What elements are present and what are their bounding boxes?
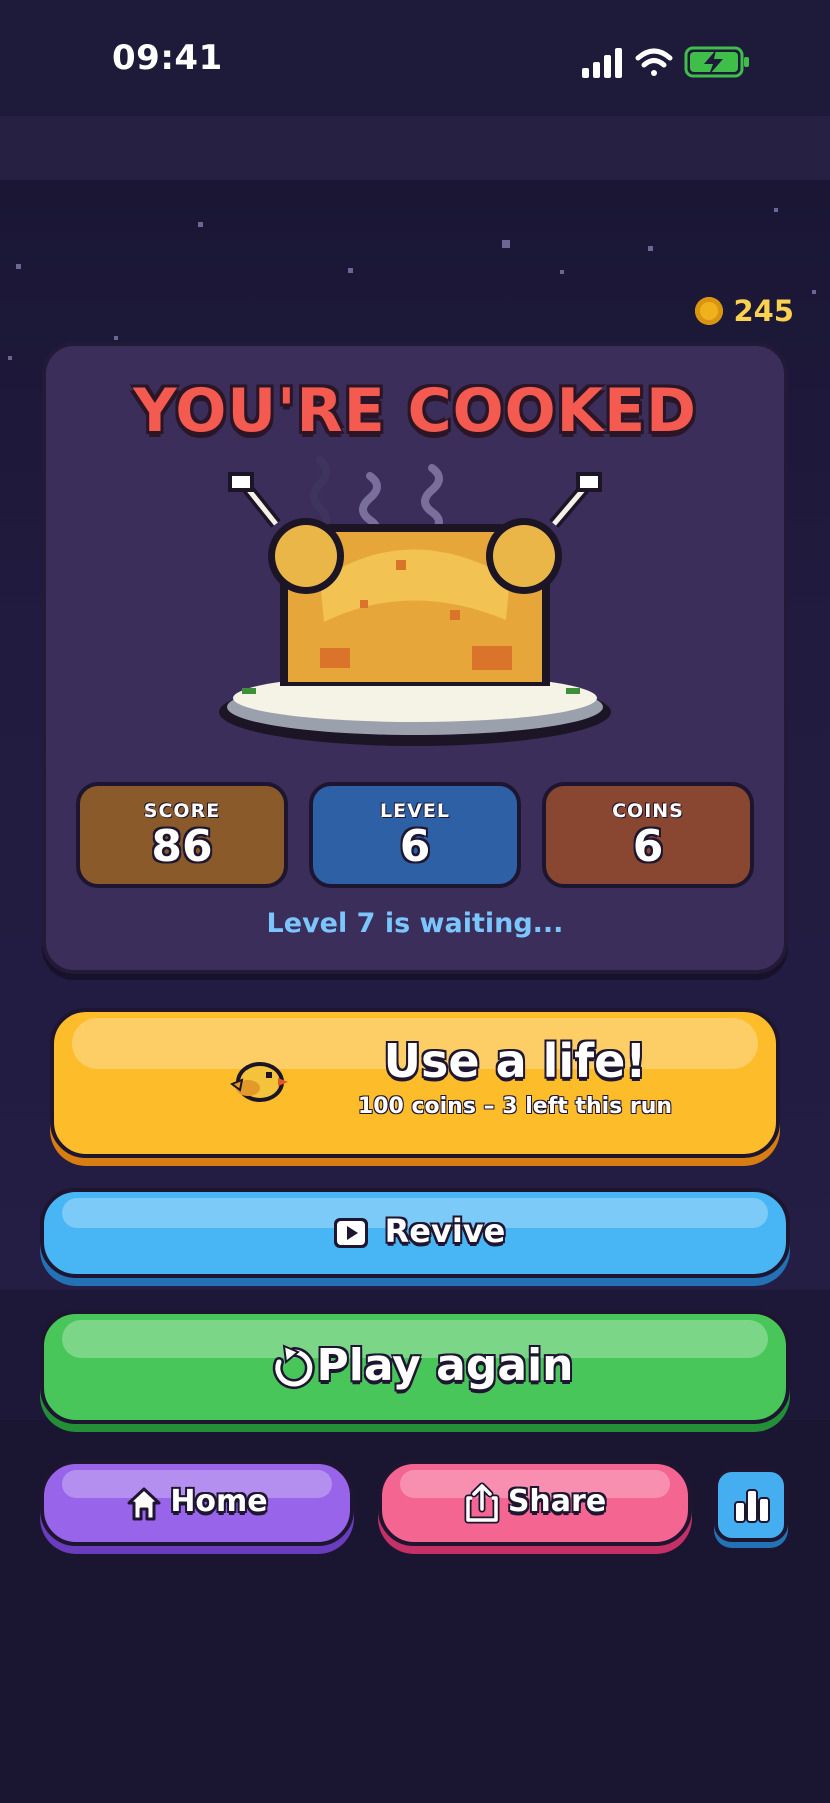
share-button[interactable]: Share <box>378 1460 692 1546</box>
coin-icon <box>695 297 724 325</box>
score-stat: SCORE 86 <box>76 782 288 888</box>
score-label: SCORE <box>143 800 221 822</box>
home-label: Home <box>170 1484 268 1519</box>
leaderboard-button[interactable] <box>714 1468 788 1542</box>
coin-count: 245 <box>733 294 794 328</box>
coin-balance: 245 <box>695 292 794 330</box>
leaderboard-icon <box>734 1489 770 1523</box>
wifi-icon <box>635 48 673 76</box>
coins-value: 6 <box>632 821 664 872</box>
use-life-subtitle: 100 coins – 3 left this run <box>357 1094 673 1119</box>
cellular-signal-icon <box>582 48 622 78</box>
status-time: 09:41 <box>112 38 223 78</box>
chicken-icon <box>228 472 602 686</box>
share-label: Share <box>507 1484 607 1519</box>
game-over-title: YOU'RE COOKED <box>133 376 697 446</box>
top-bar <box>0 116 830 180</box>
coins-stat: COINS 6 <box>542 782 754 888</box>
home-button[interactable]: Home <box>40 1460 354 1546</box>
status-icons <box>582 46 749 78</box>
level-stat: LEVEL 6 <box>309 782 521 888</box>
roast-chicken-illustration <box>219 456 611 746</box>
play-again-button[interactable]: Play again <box>40 1310 790 1424</box>
next-level-message: Level 7 is waiting... <box>266 908 564 939</box>
use-life-title: Use a life! <box>383 1034 647 1088</box>
level-value: 6 <box>399 821 431 872</box>
score-value: 86 <box>151 821 213 872</box>
coins-label: COINS <box>612 800 684 822</box>
revive-label: Revive <box>384 1212 506 1250</box>
use-life-button[interactable]: Use a life! 100 coins – 3 left this run <box>50 1008 780 1158</box>
battery-charging-icon <box>684 46 749 78</box>
play-again-label: Play again <box>316 1340 574 1391</box>
level-label: LEVEL <box>380 800 450 822</box>
revive-button[interactable]: Revive <box>40 1188 790 1278</box>
